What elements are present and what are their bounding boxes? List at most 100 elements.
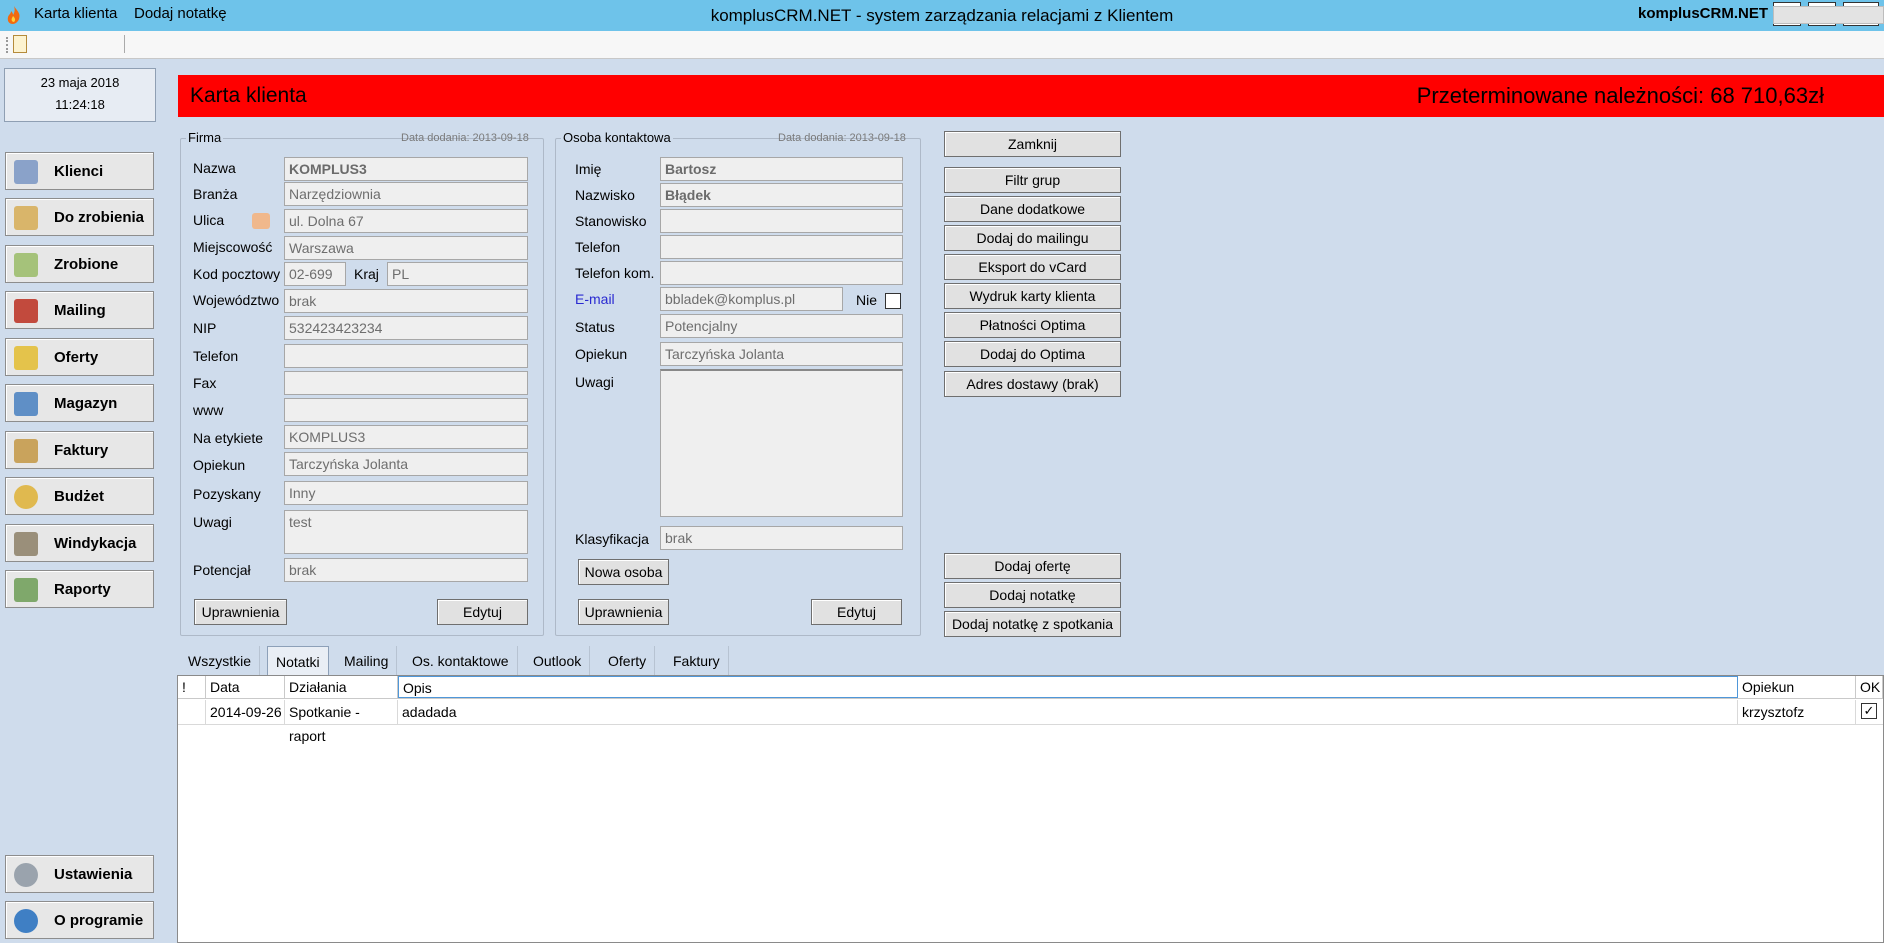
nav-budzet[interactable]: Budżet	[5, 477, 154, 515]
field-klasyfikacja[interactable]: brak	[660, 526, 903, 550]
dodaj-oferte-button[interactable]: Dodaj ofertę	[944, 553, 1121, 579]
osoba-edytuj-button[interactable]: Edytuj	[811, 599, 902, 625]
current-time: 11:24:18	[55, 97, 105, 112]
osoba-date-added: Data dodania: 2013-09-18	[778, 132, 906, 144]
field-imie[interactable]: Bartosz	[660, 157, 903, 181]
label-wojewodztwo: Województwo	[193, 292, 280, 308]
field-opiekun[interactable]: Tarczyńska Jolanta	[284, 452, 528, 476]
field-wojewodztwo[interactable]: brak	[284, 289, 528, 313]
field-telefon[interactable]	[284, 344, 528, 368]
field-ulica[interactable]: ul. Dolna 67	[284, 209, 528, 233]
field-miejscowosc[interactable]: Warszawa	[284, 236, 528, 260]
tab-mailing[interactable]: Mailing	[336, 646, 398, 676]
dodaj-do-optima-button[interactable]: Dodaj do Optima	[944, 341, 1121, 367]
datetime-box: 23 maja 2018 11:24:18	[4, 68, 156, 122]
label-telefon: Telefon	[575, 239, 621, 255]
nav-label: Do zrobienia	[54, 209, 145, 226]
label-telefon-kom: Telefon kom.	[575, 265, 655, 281]
column-header-opis[interactable]: Opis	[398, 676, 1738, 698]
cell-dzialania[interactable]: Spotkanie - raport	[285, 700, 398, 744]
nowa-osoba-button[interactable]: Nowa osoba	[578, 559, 669, 585]
field-nazwa[interactable]: KOMPLUS3	[284, 157, 528, 181]
label-opiekun: Opiekun	[575, 346, 628, 362]
toolbar-karta-klienta[interactable]: Karta klienta	[34, 5, 117, 22]
osoba-legend: Osoba kontaktowa	[561, 130, 673, 145]
nav-faktury[interactable]: Faktury	[5, 431, 154, 469]
nav-mailing[interactable]: Mailing	[5, 291, 154, 329]
nav-raporty[interactable]: Raporty	[5, 570, 154, 608]
cell-opis[interactable]: adadada	[398, 700, 1738, 724]
field-opiekun[interactable]: Tarczyńska Jolanta	[660, 342, 903, 366]
nav-ustawienia[interactable]: Ustawienia	[5, 855, 154, 893]
field-stanowisko[interactable]	[660, 209, 903, 233]
tab-oferty[interactable]: Oferty	[600, 646, 656, 676]
column-header-data[interactable]: Data	[206, 676, 285, 698]
email-link[interactable]: E-mail	[575, 291, 615, 307]
cell-data[interactable]: 2014-09-26	[206, 700, 285, 724]
nav-label: Faktury	[54, 442, 109, 459]
tab-outlook[interactable]: Outlook	[525, 646, 591, 676]
dane-dodatkowe-button[interactable]: Dane dodatkowe	[944, 196, 1121, 222]
column-header-dzialania[interactable]: Działania	[285, 676, 398, 698]
nav-windykacja[interactable]: Windykacja	[5, 524, 154, 562]
nav-zrobione[interactable]: Zrobione	[5, 245, 154, 283]
toolbar-dodaj-notatke[interactable]: Dodaj notatkę	[134, 5, 227, 22]
wydruk-karty-button[interactable]: Wydruk karty klienta	[944, 283, 1121, 309]
nav-magazyn[interactable]: Magazyn	[5, 384, 154, 422]
field-pozyskany[interactable]: Inny	[284, 481, 528, 505]
field-email[interactable]: bbladek@komplus.pl	[660, 287, 843, 311]
nav-o-programie[interactable]: O programie	[5, 901, 154, 939]
osoba-uprawnienia-button[interactable]: Uprawnienia	[578, 599, 669, 625]
column-header-ok[interactable]: OK	[1856, 676, 1883, 698]
field-branza[interactable]: Narzędziownia	[284, 182, 528, 206]
dodaj-notatke-spotkania-button[interactable]: Dodaj notatkę z spotkania	[944, 611, 1121, 637]
email-nie-checkbox[interactable]	[885, 293, 901, 309]
firma-edytuj-button[interactable]: Edytuj	[437, 599, 528, 625]
firma-legend: Firma	[186, 130, 224, 145]
field-status[interactable]: Potencjalny	[660, 314, 903, 338]
cell-flag[interactable]	[178, 700, 206, 724]
clipboard-icon	[14, 206, 38, 230]
field-kraj[interactable]: PL	[387, 262, 528, 286]
money-bag-icon	[14, 485, 38, 509]
column-header-opiekun[interactable]: Opiekun	[1738, 676, 1856, 698]
tab-os-kontaktowe[interactable]: Os. kontaktowe	[404, 646, 518, 676]
nav-label: Ustawienia	[54, 866, 133, 883]
cell-opiekun[interactable]: krzysztofz	[1738, 700, 1856, 724]
tab-notatki[interactable]: Notatki	[267, 646, 329, 676]
field-telefon-kom[interactable]	[660, 261, 903, 285]
label-telefon: Telefon	[193, 348, 239, 364]
platnosci-optima-button[interactable]: Płatności Optima	[944, 312, 1121, 338]
toolbar-grip-icon	[6, 37, 9, 53]
field-telefon[interactable]	[660, 235, 903, 259]
tab-wszystkie[interactable]: Wszystkie	[180, 646, 260, 676]
dodaj-do-mailingu-button[interactable]: Dodaj do mailingu	[944, 225, 1121, 251]
nav-oferty[interactable]: Oferty	[5, 338, 154, 376]
label-nazwa: Nazwa	[193, 160, 236, 176]
filtr-grup-button[interactable]: Filtr grup	[944, 167, 1121, 193]
field-uwagi[interactable]: test	[284, 510, 528, 554]
field-fax[interactable]	[284, 371, 528, 395]
adres-dostawy-button[interactable]: Adres dostawy (brak)	[944, 371, 1121, 397]
firma-uprawnienia-button[interactable]: Uprawnienia	[194, 599, 287, 625]
map-pin-icon[interactable]	[252, 213, 270, 229]
zamknij-button[interactable]: Zamknij	[944, 131, 1121, 157]
field-nazwisko[interactable]: Błądek	[660, 183, 903, 207]
label-kod: Kod pocztowy	[193, 266, 281, 282]
field-kod[interactable]: 02-699	[284, 262, 346, 286]
field-na-etykiete[interactable]: KOMPLUS3	[284, 425, 528, 449]
ok-checkbox[interactable]: ✓	[1861, 703, 1877, 719]
nav-klienci[interactable]: Klienci	[5, 152, 154, 190]
column-header-flag[interactable]: !	[178, 676, 206, 698]
dodaj-notatke-button[interactable]: Dodaj notatkę	[944, 582, 1121, 608]
eksport-vcard-button[interactable]: Eksport do vCard	[944, 254, 1121, 280]
field-www[interactable]	[284, 398, 528, 422]
toolbar	[0, 31, 1884, 59]
tab-faktury[interactable]: Faktury	[665, 646, 729, 676]
field-uwagi[interactable]	[660, 369, 903, 517]
field-nip[interactable]: 532423423234	[284, 316, 528, 340]
label-uwagi: Uwagi	[193, 514, 232, 530]
label-fax: Fax	[193, 375, 217, 391]
field-potencjal[interactable]: brak	[284, 558, 528, 582]
nav-do-zrobienia[interactable]: Do zrobienia	[5, 198, 154, 236]
